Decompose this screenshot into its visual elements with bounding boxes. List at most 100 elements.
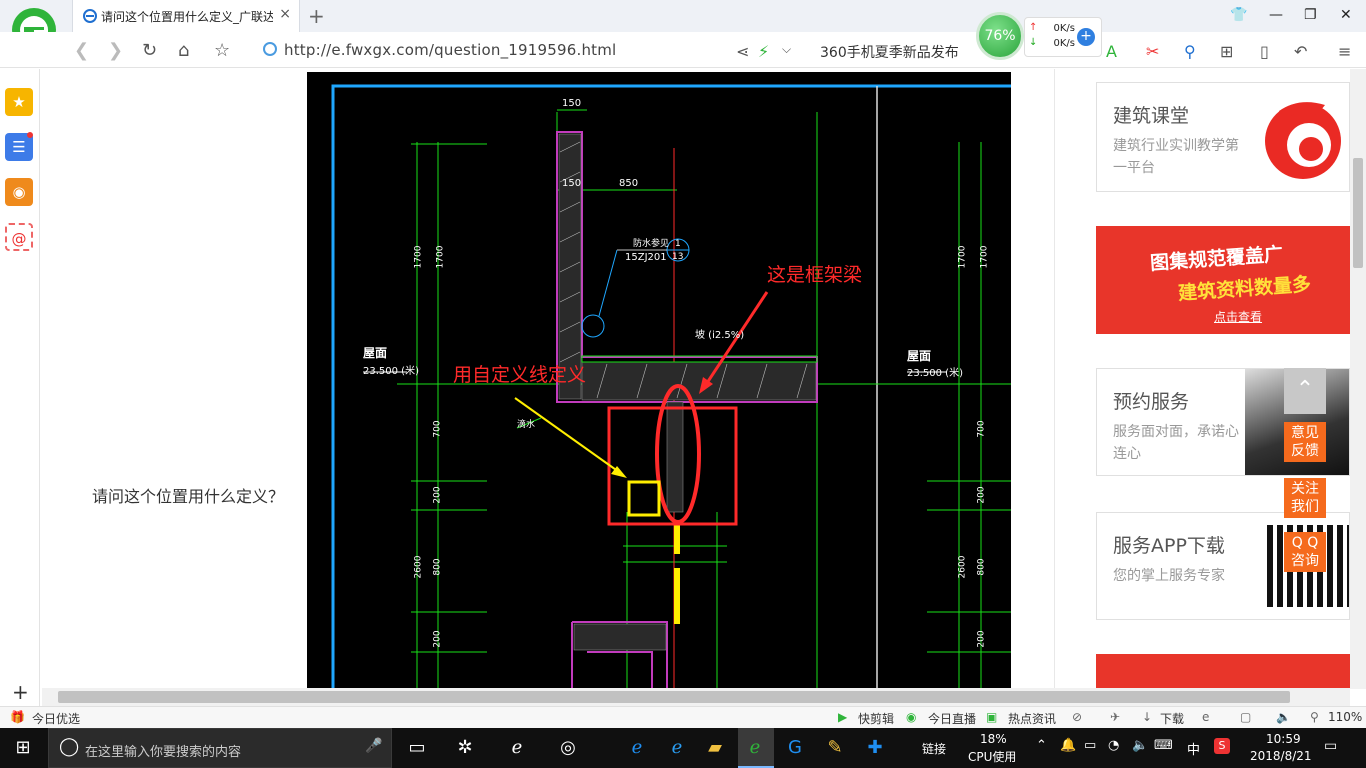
favorite-star-icon[interactable]: ☆ [214, 40, 230, 61]
news-icon[interactable]: ▣ [986, 710, 997, 724]
volume-icon[interactable]: 🔈 [1132, 738, 1148, 753]
compass-icon[interactable]: ⊘ [1072, 710, 1082, 724]
windows-start-icon[interactable]: ⊞ [10, 736, 36, 760]
notification-dot [27, 132, 33, 138]
news-ticker-link[interactable]: 360手机夏季新品发布 [820, 42, 959, 62]
battery-icon[interactable]: ▭ [1084, 738, 1096, 753]
card-building-class[interactable]: 建筑课堂 建筑行业实训教学第一平台 [1096, 82, 1350, 192]
status-hot-news[interactable]: 热点资讯 [1008, 710, 1056, 727]
search-icon[interactable]: ⚲ [1184, 42, 1196, 61]
speed-mode-icon[interactable]: ⚡ [758, 42, 769, 61]
vertical-scroll-thumb[interactable] [1353, 158, 1363, 268]
live-icon[interactable]: ◉ [906, 710, 916, 724]
file-explorer-icon[interactable]: ▰ [702, 736, 728, 760]
cad-detail-code: 15ZJ201 [625, 252, 667, 263]
mail-icon[interactable]: @ [5, 223, 33, 251]
notification-bell-icon[interactable]: 🔔 [1060, 738, 1076, 753]
dropdown-chevron-icon[interactable]: ⌵ [782, 42, 791, 57]
back-to-top-button[interactable]: ⌃ [1284, 368, 1326, 414]
screenshot-scissors-icon[interactable]: ✂ [1146, 42, 1159, 61]
tray-expand-icon[interactable]: ⌃ [1036, 738, 1047, 753]
address-bar [0, 32, 1366, 68]
edge-blue-icon[interactable]: ℯ [624, 736, 650, 760]
pinwheel-app-icon[interactable]: ✲ [452, 736, 478, 760]
back-icon[interactable]: ❮ [74, 40, 89, 61]
follow-us-button[interactable]: 关注 我们 [1284, 478, 1326, 518]
microphone-icon[interactable]: 🎤 [365, 738, 382, 754]
feedback-button[interactable]: 意见 反馈 [1284, 422, 1326, 462]
taskbar-search-box[interactable]: ◯ 在这里输入你要搜索的内容 🎤 [48, 728, 392, 768]
status-download[interactable]: 下载 [1160, 710, 1184, 727]
home-icon[interactable]: ⌂ [178, 40, 189, 61]
status-quick-clip[interactable]: 快剪辑 [858, 710, 894, 727]
speed-plus-button[interactable]: + [1077, 28, 1095, 46]
banner-cta-link[interactable]: 点击查看 [1214, 308, 1262, 325]
favorites-star-icon[interactable]: ★ [5, 88, 33, 116]
translate-icon[interactable]: A [1106, 42, 1117, 61]
glodon-logo-icon [1265, 102, 1341, 179]
wifi-icon[interactable]: ◔ [1108, 738, 1119, 753]
zoom-icon[interactable]: ⚲ [1310, 710, 1319, 724]
skin-icon[interactable]: 👕 [1230, 7, 1247, 23]
notes-app-icon[interactable]: ✎ [822, 736, 848, 760]
cad-dim-1700-b: 1700 [435, 245, 446, 269]
taskbar-link-label[interactable]: 链接 [922, 740, 946, 757]
download-icon[interactable]: ↓ [1142, 710, 1152, 724]
cad-dim-850: 850 [619, 178, 639, 189]
clock-date[interactable]: 2018/8/21 [1250, 749, 1312, 763]
cad-detail-num-bot: 13 [672, 252, 684, 262]
gift-icon[interactable]: 🎁 [10, 710, 25, 724]
banner-atlas-ad[interactable]: 图集规范覆盖广 建筑资料数量多 点击查看 [1096, 226, 1350, 334]
clock-time[interactable]: 10:59 [1266, 732, 1301, 746]
site-security-icon[interactable] [263, 42, 277, 56]
performance-ball[interactable]: 76% [976, 12, 1024, 60]
cad-dim-200-a: 200 [432, 486, 443, 504]
ie-icon[interactable]: ℯ [664, 736, 690, 760]
pin-icon[interactable]: ✈ [1110, 710, 1120, 724]
restore-button[interactable]: ❐ [1304, 7, 1317, 23]
glodon-taskbar-icon[interactable]: G [782, 736, 808, 760]
action-center-icon[interactable]: ▭ [1324, 738, 1337, 754]
share-icon[interactable]: ⋖ [736, 42, 749, 61]
ime-indicator[interactable]: 中 [1187, 739, 1200, 758]
apps-grid-icon[interactable]: ⊞ [1220, 42, 1233, 61]
cad-dim-1700-a: 1700 [413, 245, 424, 269]
card-subtitle: 服务面对面，承诺心连心 [1113, 424, 1239, 462]
forward-icon[interactable]: ❯ [108, 40, 123, 61]
minimize-button[interactable]: — [1269, 7, 1283, 23]
quick-clip-icon[interactable]: ▶ [838, 710, 847, 724]
reader-mode-icon[interactable]: ▯ [1260, 42, 1269, 61]
keyboard-icon[interactable]: ⌨ [1154, 738, 1173, 753]
mute-icon[interactable]: 🔈 [1276, 710, 1291, 724]
ie-mode-icon[interactable]: e [1202, 710, 1209, 724]
sogou-ime-icon[interactable]: S [1214, 738, 1230, 754]
status-zoom[interactable]: 110% [1328, 710, 1362, 724]
360-browser-taskbar-icon[interactable]: ℯ [742, 736, 768, 760]
status-live[interactable]: 今日直播 [928, 710, 976, 727]
plus-app-icon[interactable]: ✚ [862, 736, 888, 760]
close-window-button[interactable]: ✕ [1340, 7, 1352, 23]
cad-detail-ref: 防水参见 [633, 239, 670, 249]
menu-icon[interactable]: ≡ [1338, 42, 1351, 61]
cad-dim-200-c: 200 [432, 630, 443, 648]
upload-speed: 0K/s [1053, 23, 1076, 34]
task-view-icon[interactable]: ▭ [404, 736, 430, 760]
tab-active[interactable]: 请问这个位置用什么定义_广联达 × [72, 0, 300, 32]
sidebar-add-button[interactable]: + [12, 680, 29, 704]
status-today-picks[interactable]: 今日优选 [32, 710, 80, 727]
url-input[interactable]: http://e.fwxgx.com/question_1919596.html [284, 41, 616, 59]
edge-icon[interactable]: ℯ [504, 736, 530, 760]
window-mode-icon[interactable]: ▢ [1240, 710, 1251, 724]
cad-dim-150-top: 150 [562, 98, 582, 109]
tab-close-icon[interactable]: × [279, 6, 291, 22]
cad-dim-2600-b: 2600 [957, 555, 968, 579]
refresh-icon[interactable]: ↻ [142, 40, 157, 61]
undo-close-icon[interactable]: ↶ [1294, 42, 1307, 61]
banner-bottom[interactable] [1096, 654, 1350, 688]
horizontal-scroll-thumb[interactable] [58, 691, 1290, 703]
cortana-icon: ◯ [59, 736, 80, 757]
qq-consult-button[interactable]: Q Q 咨询 [1284, 532, 1326, 572]
weibo-icon[interactable]: ◉ [5, 178, 33, 206]
new-tab-button[interactable]: + [308, 4, 325, 28]
swirl-app-icon[interactable]: ◎ [555, 736, 581, 760]
